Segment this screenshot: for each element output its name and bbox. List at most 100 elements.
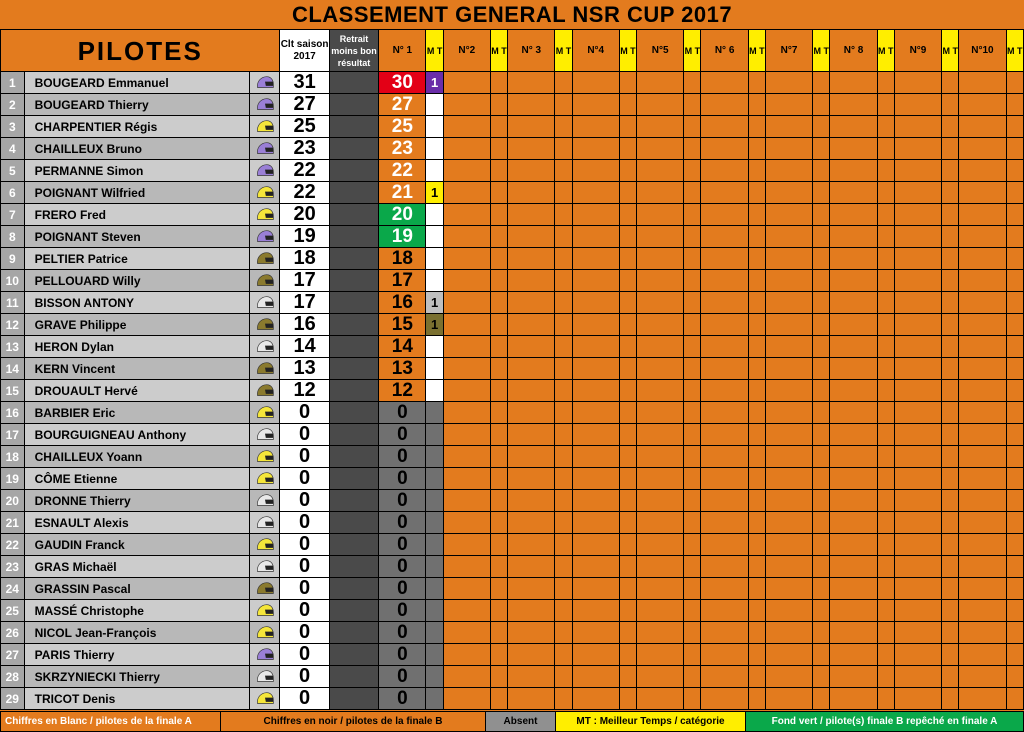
race-empty xyxy=(572,490,619,512)
mt-empty xyxy=(813,270,830,292)
hdr-race-5: N°5 xyxy=(637,30,684,72)
helmet-cell xyxy=(250,116,280,138)
table-row: 10PELLOUARD Willy1717 xyxy=(1,270,1024,292)
mt-empty xyxy=(877,226,894,248)
season-points: 0 xyxy=(280,622,329,644)
helmet-cell xyxy=(250,204,280,226)
mt-empty xyxy=(942,292,959,314)
mt-empty xyxy=(1006,358,1023,380)
mt-empty xyxy=(684,424,701,446)
race-1-score: 0 xyxy=(379,402,426,424)
race-empty xyxy=(572,204,619,226)
helmet-cell xyxy=(250,534,280,556)
race-empty xyxy=(830,622,877,644)
race-empty xyxy=(894,292,941,314)
race-empty xyxy=(637,160,684,182)
helmet-cell xyxy=(250,666,280,688)
race-empty xyxy=(508,72,555,94)
race-empty xyxy=(508,204,555,226)
mt-empty xyxy=(748,270,765,292)
mt-empty xyxy=(555,270,572,292)
helmet-icon xyxy=(255,603,275,618)
helmet-icon xyxy=(255,449,275,464)
mt-empty xyxy=(684,94,701,116)
helmet-cell xyxy=(250,644,280,666)
mt-empty xyxy=(1006,622,1023,644)
hdr-race-7: N°7 xyxy=(765,30,812,72)
table-row: 18CHAILLEUX Yoann00 xyxy=(1,446,1024,468)
race-1-mt xyxy=(426,226,443,248)
retrait-cell xyxy=(329,182,378,204)
table-row: 6POIGNANT Wilfried22211 xyxy=(1,182,1024,204)
race-empty xyxy=(959,182,1006,204)
mt-empty xyxy=(555,314,572,336)
helmet-cell xyxy=(250,468,280,490)
race-empty xyxy=(830,226,877,248)
mt-empty xyxy=(619,336,636,358)
mt-empty xyxy=(748,182,765,204)
retrait-cell xyxy=(329,72,378,94)
race-empty xyxy=(701,468,748,490)
mt-empty xyxy=(1006,72,1023,94)
race-1-mt xyxy=(426,534,443,556)
race-empty xyxy=(830,578,877,600)
race-empty xyxy=(894,622,941,644)
helmet-cell xyxy=(250,182,280,204)
race-empty xyxy=(830,182,877,204)
race-empty xyxy=(572,446,619,468)
race-empty xyxy=(572,160,619,182)
mt-empty xyxy=(619,578,636,600)
mt-empty xyxy=(619,512,636,534)
mt-empty xyxy=(813,336,830,358)
race-empty xyxy=(637,600,684,622)
legend-mt: MT : Meilleur Temps / catégorie xyxy=(556,712,746,732)
race-empty xyxy=(637,622,684,644)
mt-empty xyxy=(942,600,959,622)
table-row: 24GRASSIN Pascal00 xyxy=(1,578,1024,600)
race-empty xyxy=(572,358,619,380)
mt-empty xyxy=(684,138,701,160)
race-empty xyxy=(765,182,812,204)
retrait-cell xyxy=(329,402,378,424)
race-empty xyxy=(765,248,812,270)
race-empty xyxy=(637,358,684,380)
race-empty xyxy=(508,336,555,358)
hdr-clt: Clt saison 2017 xyxy=(280,30,329,72)
race-empty xyxy=(959,468,1006,490)
race-empty xyxy=(443,424,490,446)
mt-empty xyxy=(619,556,636,578)
helmet-cell xyxy=(250,556,280,578)
mt-empty xyxy=(619,226,636,248)
race-empty xyxy=(959,622,1006,644)
pilot-name: DROUAULT Hervé xyxy=(24,380,250,402)
season-points: 16 xyxy=(280,314,329,336)
helmet-icon xyxy=(255,273,275,288)
season-points: 0 xyxy=(280,666,329,688)
season-points: 0 xyxy=(280,578,329,600)
mt-empty xyxy=(555,512,572,534)
helmet-cell xyxy=(250,160,280,182)
mt-empty xyxy=(619,468,636,490)
race-1-score: 13 xyxy=(379,358,426,380)
race-empty xyxy=(637,182,684,204)
mt-empty xyxy=(684,578,701,600)
pilot-name: NICOL Jean-François xyxy=(24,622,250,644)
retrait-cell xyxy=(329,424,378,446)
helmet-icon xyxy=(255,581,275,596)
hdr-mt-9: M T xyxy=(942,30,959,72)
mt-empty xyxy=(1006,380,1023,402)
hdr-race-9: N°9 xyxy=(894,30,941,72)
helmet-cell xyxy=(250,402,280,424)
race-empty xyxy=(765,644,812,666)
table-row: 25MASSÉ Christophe00 xyxy=(1,600,1024,622)
mt-empty xyxy=(684,468,701,490)
season-points: 20 xyxy=(280,204,329,226)
retrait-cell xyxy=(329,292,378,314)
race-empty xyxy=(637,512,684,534)
mt-empty xyxy=(619,358,636,380)
pilot-name: CHARPENTIER Régis xyxy=(24,116,250,138)
mt-empty xyxy=(555,468,572,490)
race-empty xyxy=(765,424,812,446)
race-empty xyxy=(637,534,684,556)
mt-empty xyxy=(684,72,701,94)
